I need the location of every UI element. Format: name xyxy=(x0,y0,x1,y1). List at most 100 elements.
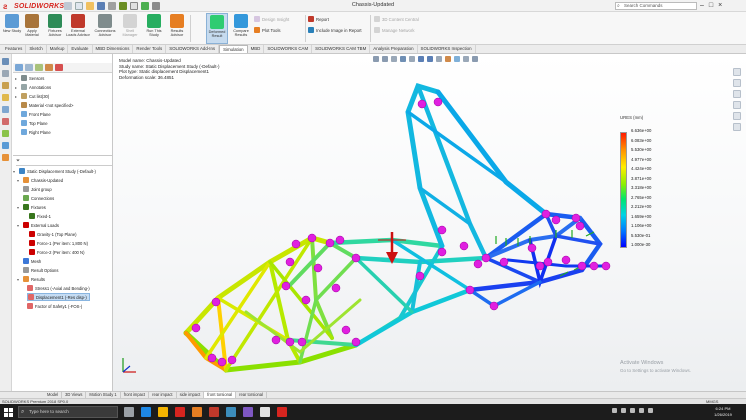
results-icon[interactable] xyxy=(2,154,9,161)
network-icon[interactable] xyxy=(621,408,626,413)
tab-inspection[interactable]: SOLIDWORKS Inspection xyxy=(418,45,476,53)
search-commands-input[interactable]: ⌕ Search Commands xyxy=(615,2,697,10)
custom-properties-icon[interactable] xyxy=(733,123,741,131)
tree-item[interactable]: ▸ Cut list(30) xyxy=(15,92,49,100)
app-icon[interactable] xyxy=(260,407,270,417)
print-icon[interactable] xyxy=(108,2,116,10)
tree-item[interactable]: Fixed-1 xyxy=(29,212,51,220)
tree-item[interactable]: Force-1 (Per item: 1,800 N) xyxy=(29,239,88,247)
results-advisor-button[interactable]: Results Advisor xyxy=(166,13,188,44)
tree-item[interactable]: Result Options xyxy=(23,266,58,274)
home-icon[interactable] xyxy=(2,58,9,65)
color-legend-bar[interactable] xyxy=(620,132,627,248)
tree-item[interactable]: Right Plane xyxy=(15,128,51,136)
open-icon[interactable] xyxy=(86,2,94,10)
taskbar-search-input[interactable]: ⌕ Type here to search xyxy=(18,406,118,418)
panel-divider[interactable] xyxy=(13,155,112,156)
tree-item[interactable]: Factor of Safety1 (-FOS-) xyxy=(27,302,82,310)
app-icon[interactable] xyxy=(243,407,253,417)
forum-icon[interactable] xyxy=(2,142,9,149)
tree-item[interactable]: ▾ Static Displacement Study (-Default-) xyxy=(13,167,96,175)
plot-tools-button[interactable]: Plot Tools xyxy=(254,26,281,34)
app-icon[interactable] xyxy=(192,407,202,417)
task-view-icon[interactable] xyxy=(124,407,134,417)
tab-cam[interactable]: SOLIDWORKS CAM xyxy=(264,45,313,53)
resources-icon[interactable] xyxy=(2,70,9,77)
feature-manager-tab-icon[interactable] xyxy=(15,64,23,71)
tab-sketch[interactable]: Sketch xyxy=(26,45,47,53)
new-study-button[interactable]: New Study xyxy=(2,13,22,44)
include-image-button[interactable]: Include Image in Report xyxy=(308,26,362,34)
tree-item[interactable]: Joint group xyxy=(23,185,52,193)
tree-item[interactable]: ▸ Annotations xyxy=(15,83,51,91)
apply-material-button[interactable]: Apply Material xyxy=(22,13,42,44)
battery-icon[interactable] xyxy=(639,408,644,413)
file-explorer-icon[interactable] xyxy=(733,90,741,98)
options-icon[interactable] xyxy=(152,2,160,10)
tree-item[interactable]: ▾ Chassis-Updated xyxy=(17,176,63,184)
tab-features[interactable]: Features xyxy=(2,45,27,53)
design-library-icon[interactable] xyxy=(2,82,9,89)
view-palette-icon[interactable] xyxy=(733,101,741,109)
tree-item[interactable]: Force-2 (Per item: 400 N) xyxy=(29,248,84,256)
property-manager-tab-icon[interactable] xyxy=(25,64,33,71)
new-document-icon[interactable] xyxy=(75,2,83,10)
tree-item[interactable]: ▾ External Loads xyxy=(17,221,59,229)
design-library-icon[interactable] xyxy=(733,79,741,87)
taskbar-clock[interactable]: 6:24 PM 1/26/2019 xyxy=(703,406,743,417)
fixtures-advisor-button[interactable]: Fixtures Advisor xyxy=(44,13,66,44)
tab-mbd[interactable]: MBD xyxy=(248,45,265,53)
tree-item[interactable]: Material <not specified> xyxy=(15,101,73,109)
close-button[interactable]: × xyxy=(718,1,722,10)
acrobat-icon[interactable] xyxy=(175,407,185,417)
shell-manager-button[interactable]: Shell Manager xyxy=(120,13,140,44)
tree-item[interactable]: Stress1 (-Axial and Bending-) xyxy=(27,284,90,292)
undo-icon[interactable] xyxy=(119,2,127,10)
manage-network-button[interactable]: Manage Network xyxy=(374,26,414,34)
graphics-viewport[interactable]: Model name: Chassis-Updated Study name: … xyxy=(113,54,746,391)
app-icon[interactable] xyxy=(226,407,236,417)
design-insight-button[interactable]: Design Insight xyxy=(254,15,289,23)
deformed-result-button[interactable]: Deformed Result xyxy=(206,13,228,44)
solidworks-taskbar-icon[interactable] xyxy=(277,407,287,417)
minimize-button[interactable]: – xyxy=(700,1,704,10)
dimxpert-tab-icon[interactable] xyxy=(45,64,53,71)
app-icon[interactable] xyxy=(209,407,219,417)
solidworks-logo[interactable]: ƨ SOLIDWORKS xyxy=(3,1,64,11)
resources-icon[interactable] xyxy=(733,68,741,76)
tab-evaluate[interactable]: Evaluate xyxy=(68,45,93,53)
tree-item[interactable]: Top Plane xyxy=(15,119,48,127)
save-icon[interactable] xyxy=(97,2,105,10)
run-study-button[interactable]: Run This Study xyxy=(144,13,164,44)
connections-advisor-button[interactable]: Connections Advisor xyxy=(92,13,118,44)
view-palette-icon[interactable] xyxy=(2,106,9,113)
file-explorer-icon[interactable] xyxy=(158,407,168,417)
tab-addins[interactable]: SOLIDWORKS Add-Ins xyxy=(166,45,220,53)
windows-start-icon[interactable] xyxy=(4,408,13,417)
tree-item[interactable]: ▸ Sensors xyxy=(15,74,44,82)
appearances-icon[interactable] xyxy=(733,112,741,120)
tab-markup[interactable]: Markup xyxy=(47,45,69,53)
display-manager-tab-icon[interactable] xyxy=(55,64,63,71)
tree-item[interactable]: ▾ Fixtures xyxy=(17,203,46,211)
tree-item[interactable]: Mesh xyxy=(23,257,41,265)
select-icon[interactable] xyxy=(130,2,138,10)
tree-item[interactable]: Connections xyxy=(23,194,54,202)
report-button[interactable]: Report xyxy=(308,15,329,23)
tab-mbd-dimensions[interactable]: MBD Dimensions xyxy=(93,45,134,53)
maximize-button[interactable]: □ xyxy=(709,1,713,10)
volume-icon[interactable] xyxy=(630,408,635,413)
3d-content-central-button[interactable]: 3D Content Central xyxy=(374,15,419,23)
file-explorer-icon[interactable] xyxy=(2,94,9,101)
axis-triad[interactable] xyxy=(119,354,139,376)
tab-analysis-preparation[interactable]: Analysis Preparation xyxy=(370,45,418,53)
external-loads-button[interactable]: External Loads Advisor xyxy=(66,13,90,44)
language-icon[interactable] xyxy=(648,408,653,413)
edge-icon[interactable] xyxy=(141,407,151,417)
tab-simulation[interactable]: Simulation xyxy=(219,45,248,53)
tree-item-selected[interactable]: Displacement1 (-Res disp-) xyxy=(27,293,90,301)
configuration-manager-tab-icon[interactable] xyxy=(35,64,43,71)
tab-render-tools[interactable]: Render Tools xyxy=(133,45,167,53)
rebuild-icon[interactable] xyxy=(141,2,149,10)
filter-bar[interactable]: ⏷ xyxy=(16,158,112,166)
